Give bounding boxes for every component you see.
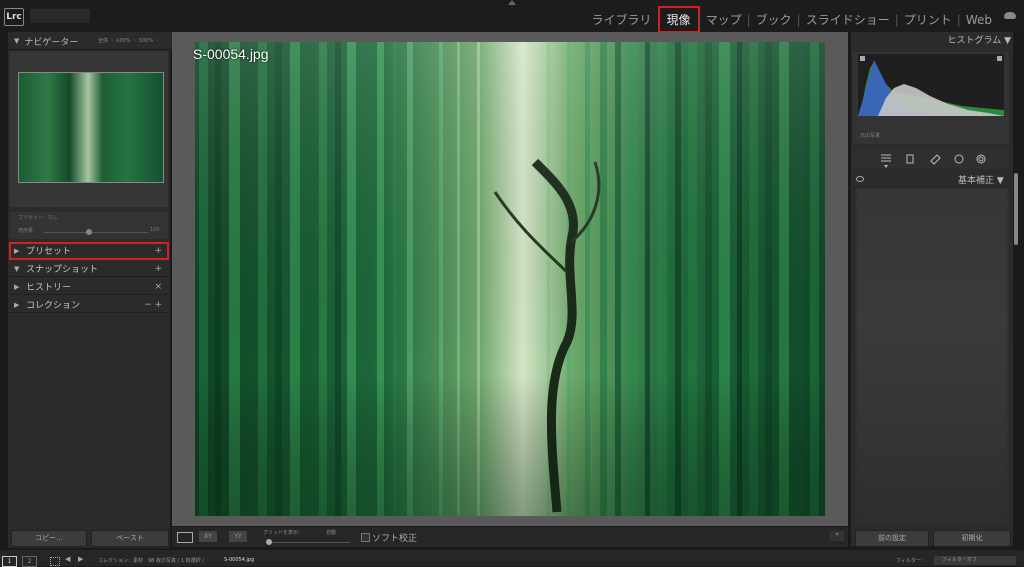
module-slideshow[interactable]: スライドショー <box>802 11 894 28</box>
grid-overlay-label: グリッドを表示： <box>263 530 304 536</box>
histogram-graph <box>858 54 1004 116</box>
navigator-label: ナビゲーター <box>24 37 79 48</box>
main-screen-button[interactable]: 1 <box>2 556 17 567</box>
filter-label: フィルター： <box>896 558 926 564</box>
filter-select[interactable]: フィルターオフ <box>934 556 1016 565</box>
module-develop[interactable]: 現像 <box>657 6 700 33</box>
back-arrow-icon[interactable]: ◀ <box>65 555 70 563</box>
soft-proofing-checkbox[interactable] <box>361 533 370 542</box>
preset-amount-slider[interactable] <box>44 232 148 233</box>
add-preset-button[interactable]: + <box>154 246 162 256</box>
history-section[interactable]: ▶ ヒストリー × <box>10 279 168 295</box>
snapshots-label: スナップショット <box>26 265 99 275</box>
second-screen-button[interactable]: 2 <box>22 556 37 567</box>
snapshots-section[interactable]: ▼ スナップショット + <box>10 261 168 277</box>
before-after-yy-button[interactable]: YY <box>229 531 247 542</box>
basic-panel-controls <box>856 188 1008 524</box>
original-photo-label: 元の写真 <box>860 133 881 139</box>
clear-history-button[interactable]: × <box>154 282 162 292</box>
copy-settings-button[interactable]: コピー... <box>11 530 87 547</box>
develop-tools-strip <box>853 149 1009 169</box>
soft-proofing-label[interactable]: ソフト校正 <box>372 531 417 544</box>
triangle-right-icon: ▶ <box>14 246 20 255</box>
triangle-right-icon: ▶ <box>14 300 20 309</box>
preset-name-label: プリセット：なし <box>18 215 59 221</box>
paste-settings-button[interactable]: ペースト <box>91 530 169 547</box>
preset-amount-knob[interactable] <box>86 229 92 235</box>
add-snapshot-button[interactable]: + <box>154 264 162 274</box>
grid-view-icon[interactable] <box>50 557 60 566</box>
module-print[interactable]: プリント <box>900 11 956 28</box>
basic-panel-label: 基本補正 ▼ <box>958 176 1004 186</box>
loupe-view-icon[interactable] <box>177 532 193 543</box>
reset-button[interactable]: 初期化 <box>933 530 1011 547</box>
histogram-label: ヒストグラム <box>947 36 1002 46</box>
histogram-header[interactable]: ヒストグラム ▼ <box>853 33 1011 49</box>
right-panel-scrollbar[interactable] <box>1014 173 1018 245</box>
module-book[interactable]: ブック <box>752 11 796 28</box>
photo-image[interactable] <box>195 42 825 516</box>
grid-size-knob[interactable] <box>266 539 272 545</box>
collapse-top-panel-icon[interactable] <box>508 0 516 5</box>
collection-add-remove-buttons[interactable]: − + <box>144 300 162 310</box>
triangle-down-icon: ▼ <box>14 37 20 45</box>
grid-size-slider[interactable] <box>268 542 350 543</box>
module-library[interactable]: ライブラリ <box>587 11 655 28</box>
presets-label: プリセット <box>26 247 72 257</box>
navigator-zoom-options[interactable]: 全体 ・ 100% ・ 300% ・ <box>98 37 160 44</box>
preset-amount-label: 適用量 <box>18 228 34 234</box>
triangle-right-icon: ▶ <box>14 282 20 291</box>
identity-plate <box>30 9 90 23</box>
before-after-xy-button[interactable]: XY <box>199 531 217 542</box>
collections-section[interactable]: ▶ コレクション − + <box>10 297 168 313</box>
collections-label: コレクション <box>26 301 81 311</box>
presets-section[interactable]: ▶ プリセット + <box>9 242 169 260</box>
source-path-label[interactable]: コレクション：素材 98 枚の写真 / 1 枚選択 / <box>98 557 204 564</box>
preset-amount-value: 100 <box>150 227 160 233</box>
history-label: ヒストリー <box>26 283 72 293</box>
eye-icon[interactable] <box>856 176 864 182</box>
navigator-thumbnail[interactable] <box>18 72 164 183</box>
lightroom-logo: Lrc <box>4 8 24 26</box>
forward-arrow-icon[interactable]: ▶ <box>78 555 83 563</box>
cloud-icon[interactable] <box>1004 12 1016 19</box>
grid-overlay-select[interactable]: 自動 <box>326 529 336 536</box>
module-map[interactable]: マップ <box>702 11 746 28</box>
photo-filename-overlay: S-00054.jpg <box>193 46 269 62</box>
toolbar-content-menu[interactable]: ▾ <box>830 531 844 541</box>
module-web[interactable]: Web <box>962 13 996 27</box>
triangle-down-icon: ▼ <box>14 264 20 273</box>
previous-settings-button[interactable]: 前の設定 <box>855 530 929 547</box>
current-filename: S-00054.jpg <box>224 557 255 563</box>
module-picker: ライブラリ | 現像 | マップ | ブック | スライドショー | プリント | Web <box>587 6 996 33</box>
